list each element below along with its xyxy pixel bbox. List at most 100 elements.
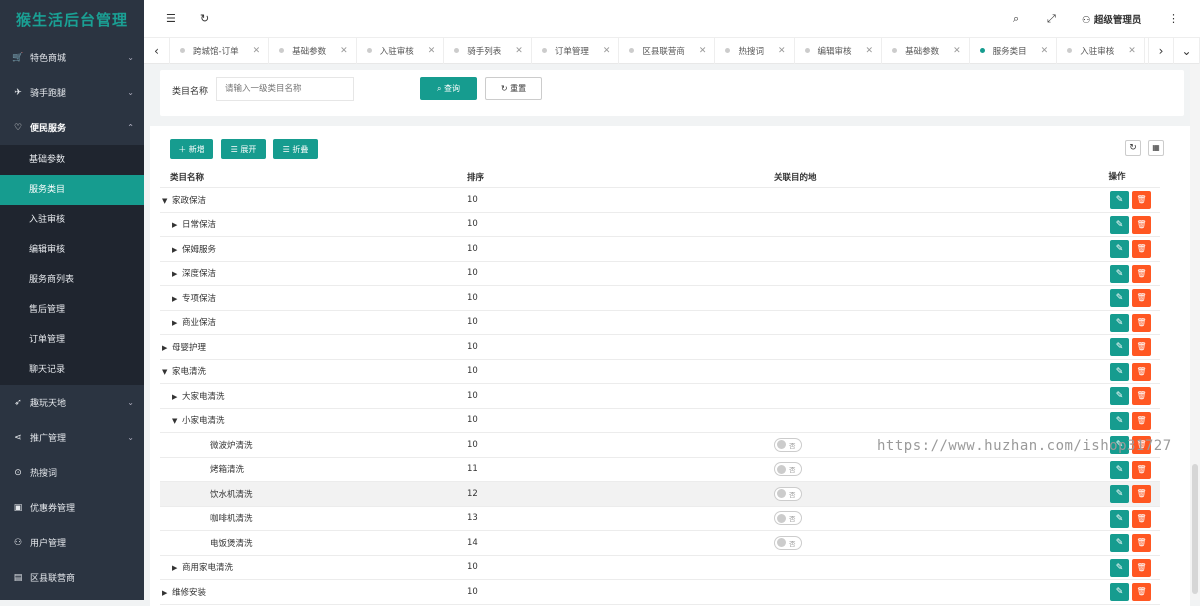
edit-icon[interactable]: ✎ [1110,534,1129,552]
delete-icon[interactable]: 🗑 [1132,362,1151,381]
destination-toggle[interactable]: 否 [774,486,802,501]
edit-icon[interactable]: ✎ [1110,338,1129,356]
destination-toggle[interactable]: 否 [774,437,802,452]
fullscreen-icon[interactable]: ⤢ [1047,12,1056,26]
sidebar-item[interactable]: 🛒 特色商城 ⌄ [0,40,144,75]
caret-right-icon[interactable]: ▶ [172,295,182,303]
edit-icon[interactable]: ✎ [1110,460,1129,479]
delete-icon[interactable]: 🗑 [1132,534,1151,552]
expand-button[interactable]: ☰ 展开 [221,139,266,159]
sidebar-item[interactable]: ▥供货管理 [0,595,144,600]
close-icon[interactable]: ✕ [1041,46,1049,56]
search-icon[interactable]: ⌕ [1013,12,1019,26]
destination-toggle[interactable]: 否 [774,462,802,476]
collapse-button[interactable]: ☰ 折叠 [273,139,318,159]
submenu-item[interactable]: 服务商列表 [0,265,144,295]
sidebar-item[interactable]: ⋖ 推广管理 ⌄ [0,420,144,455]
edit-icon[interactable]: ✎ [1110,215,1129,234]
add-button[interactable]: ＋ 新增 [170,139,213,159]
sidebar-item[interactable]: ♡ 便民服务 ⌃ [0,110,144,145]
caret-right-icon[interactable]: ▶ [162,589,172,597]
category-search-input[interactable] [216,77,354,101]
edit-icon[interactable]: ✎ [1110,558,1129,577]
edit-icon[interactable]: ✎ [1110,362,1129,381]
edit-icon[interactable]: ✎ [1110,240,1129,258]
caret-down-icon[interactable]: ▼ [162,197,172,205]
sidebar-item[interactable]: ➶ 趣玩天地 ⌄ [0,385,144,420]
table-refresh-icon[interactable]: ↻ [1125,140,1141,156]
delete-icon[interactable]: 🗑 [1132,460,1151,479]
submenu-item[interactable]: 聊天记录 [0,355,144,385]
delete-icon[interactable]: 🗑 [1132,583,1151,601]
sidebar-item[interactable]: ⊙ 热搜词 [0,455,144,490]
scrollbar-thumb[interactable] [1192,464,1198,594]
submenu-item[interactable]: 订单管理 [0,325,144,355]
tab-item[interactable]: 基础参数 ✕ [882,37,970,64]
sidebar-item[interactable]: ⚇ 用户管理 [0,525,144,560]
refresh-icon[interactable]: ↻ [200,12,209,25]
user-menu[interactable]: ⚇ 超级管理员 [1082,12,1141,26]
edit-icon[interactable]: ✎ [1110,583,1129,601]
delete-icon[interactable]: 🗑 [1132,313,1151,332]
submenu-item[interactable]: 编辑审核 [0,235,144,265]
tab-item[interactable]: 订单管理 ✕ [532,37,620,64]
caret-right-icon[interactable]: ▶ [172,246,182,254]
close-icon[interactable]: ✕ [603,46,611,56]
caret-right-icon[interactable]: ▶ [172,393,182,401]
tab-item[interactable]: 骑手列表 ✕ [444,37,532,64]
delete-icon[interactable]: 🗑 [1132,338,1151,356]
sidebar-item[interactable]: ✈ 骑手跑腿 ⌄ [0,75,144,110]
query-button[interactable]: ⌕ 查询 [420,77,477,100]
close-icon[interactable]: ✕ [953,46,961,56]
edit-icon[interactable]: ✎ [1110,289,1129,307]
close-icon[interactable]: ✕ [428,46,436,56]
delete-icon[interactable]: 🗑 [1132,215,1151,234]
destination-toggle[interactable]: 否 [774,535,802,550]
tab-item[interactable]: 服务类目 ✕ [970,37,1058,64]
page-scrollbar[interactable] [1190,64,1200,600]
tab-item[interactable]: 编辑审核 ✕ [795,37,883,64]
delete-icon[interactable]: 🗑 [1132,240,1151,258]
caret-right-icon[interactable]: ▶ [172,270,182,278]
edit-icon[interactable]: ✎ [1110,387,1129,405]
close-icon[interactable]: ✕ [515,46,523,56]
tab-next-icon[interactable]: › [1148,37,1174,64]
caret-down-icon[interactable]: ▼ [172,417,182,425]
tab-item[interactable]: 入驻审核 ✕ [357,37,445,64]
delete-icon[interactable]: 🗑 [1132,485,1151,503]
close-icon[interactable]: ✕ [1128,46,1136,56]
caret-right-icon[interactable]: ▶ [172,319,182,327]
delete-icon[interactable]: 🗑 [1132,509,1151,528]
close-icon[interactable]: ✕ [253,46,261,56]
edit-icon[interactable]: ✎ [1110,191,1129,209]
edit-icon[interactable]: ✎ [1110,411,1129,430]
sidebar-item[interactable]: ▣ 优惠券管理 [0,490,144,525]
submenu-item[interactable]: 基础参数 [0,145,144,175]
tab-item[interactable]: 入驻审核 ✕ [1057,37,1145,64]
close-icon[interactable]: ✕ [778,46,786,56]
sidebar-item[interactable]: ▤ 区县联营商 [0,560,144,595]
delete-icon[interactable]: 🗑 [1132,411,1151,430]
delete-icon[interactable]: 🗑 [1132,558,1151,577]
reset-button[interactable]: ↻ 重置 [485,77,542,100]
close-icon[interactable]: ✕ [866,46,874,56]
tab-item[interactable]: 区县联营商 ✕ [619,37,716,64]
delete-icon[interactable]: 🗑 [1132,264,1151,283]
caret-right-icon[interactable]: ▶ [172,564,182,572]
submenu-item[interactable]: 入驻审核 [0,205,144,235]
edit-icon[interactable]: ✎ [1110,485,1129,503]
caret-down-icon[interactable]: ▼ [162,368,172,376]
close-icon[interactable]: ✕ [699,46,707,56]
tab-prev-icon[interactable]: ‹ [144,37,170,64]
column-filter-icon[interactable]: ▦ [1148,140,1164,156]
tab-item[interactable]: 热搜词 ✕ [715,37,795,64]
delete-icon[interactable]: 🗑 [1132,387,1151,405]
edit-icon[interactable]: ✎ [1110,313,1129,332]
submenu-item[interactable]: 服务类目 [0,175,144,205]
tab-item[interactable]: 跨城馆-订单 ✕ [170,37,270,64]
edit-icon[interactable]: ✎ [1110,509,1129,528]
delete-icon[interactable]: 🗑 [1132,191,1151,209]
more-icon[interactable]: ⋮ [1168,12,1179,25]
tab-menu-icon[interactable]: ⌄ [1174,37,1200,64]
caret-right-icon[interactable]: ▶ [172,221,182,229]
